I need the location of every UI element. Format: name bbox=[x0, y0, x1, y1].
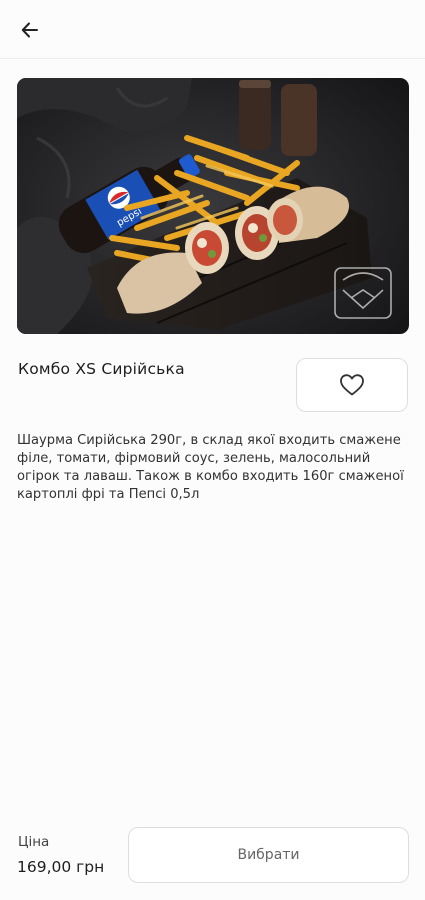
price-value: 169,00 грн bbox=[17, 858, 105, 876]
select-button[interactable]: Вибрати bbox=[128, 827, 409, 883]
product-description: Шаурма Сирійська 290г, в склад якої вход… bbox=[17, 433, 404, 502]
product-title: Комбо XS Сирійська bbox=[18, 360, 185, 378]
price-label: Ціна bbox=[18, 834, 50, 850]
heart-outline-icon bbox=[340, 374, 364, 396]
app-bar bbox=[0, 0, 425, 59]
back-button[interactable] bbox=[14, 14, 46, 46]
arrow-left-icon bbox=[21, 22, 38, 38]
favorite-button[interactable] bbox=[296, 358, 408, 412]
product-image: pepsi bbox=[17, 78, 409, 334]
select-button-label: Вибрати bbox=[237, 847, 300, 863]
